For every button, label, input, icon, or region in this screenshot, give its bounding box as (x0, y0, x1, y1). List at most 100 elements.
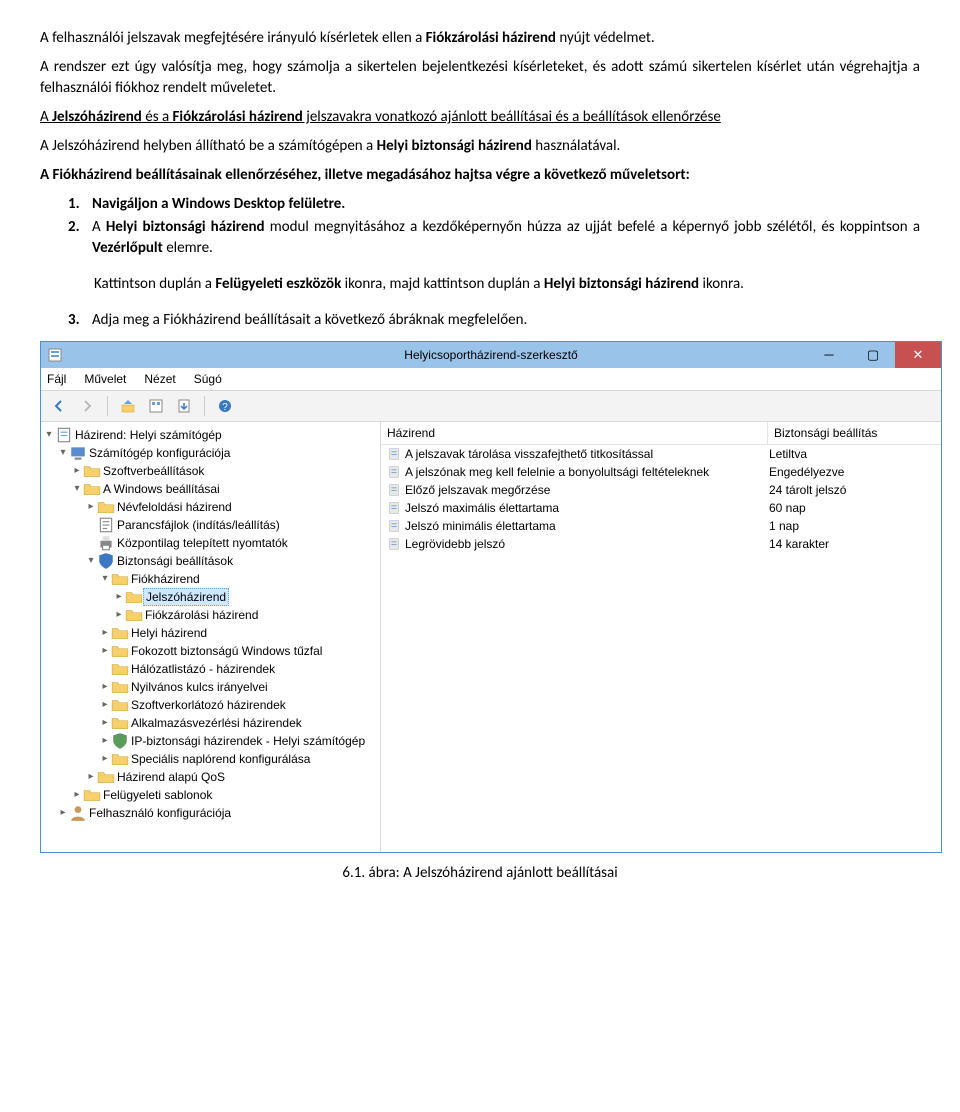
tree-node[interactable]: Központilag telepített nyomtatók (43, 534, 378, 552)
minimize-button[interactable]: ─ (807, 342, 851, 368)
tree-node-selected[interactable]: ▸ Jelszóházirend (43, 588, 378, 606)
expand-icon[interactable]: ▸ (99, 752, 111, 766)
tree-label: Házirend alapú QoS (115, 769, 227, 786)
folder-icon (111, 642, 129, 660)
expand-icon[interactable]: ▸ (99, 626, 111, 640)
back-button[interactable] (47, 394, 71, 418)
expand-icon[interactable]: ▸ (99, 716, 111, 730)
toolbar-separator (204, 396, 205, 416)
step-number: 1. (68, 194, 92, 215)
policy-row[interactable]: Legrövidebb jelszó14 karakter (381, 535, 941, 553)
expand-icon[interactable]: ▸ (99, 644, 111, 658)
term-fiokzarolasi: Fiókzárolási házirend (173, 108, 303, 126)
tree-label: Parancsfájlok (indítás/leállítás) (115, 517, 282, 534)
tree-node[interactable]: ▸ Speciális naplórend konfigurálása (43, 750, 378, 768)
paragraph-5: A Fiókházirend beállításainak ellenőrzés… (40, 165, 920, 186)
expand-icon[interactable]: ▸ (85, 770, 97, 784)
up-button[interactable] (116, 394, 140, 418)
tree-label: Nyilvános kulcs irányelvei (129, 679, 270, 696)
tree-node[interactable]: ▾ Fiókházirend (43, 570, 378, 588)
tree-label: Speciális naplórend konfigurálása (129, 751, 312, 768)
shield-icon (111, 732, 129, 750)
menu-file[interactable]: Fájl (47, 371, 66, 388)
properties-button[interactable] (144, 394, 168, 418)
close-button[interactable]: ✕ (895, 342, 941, 368)
toolbar-separator (107, 396, 108, 416)
tree-node[interactable]: ▸ Nyilvános kulcs irányelvei (43, 678, 378, 696)
forward-button[interactable] (75, 394, 99, 418)
tree-node[interactable]: ▸ Házirend alapú QoS (43, 768, 378, 786)
tree-label: Házirend: Helyi számítógép (73, 427, 224, 444)
policy-value: Engedélyezve (763, 464, 941, 481)
tree-node[interactable]: ▸ Fiókzárolási házirend (43, 606, 378, 624)
expand-icon[interactable]: ▸ (57, 806, 69, 820)
text-segment: Kattintson duplán a (94, 275, 215, 293)
tree-node[interactable]: ▾ Számítógép konfigurációja (43, 444, 378, 462)
tree-node[interactable]: ▸ Felügyeleti sablonok (43, 786, 378, 804)
tree-node[interactable]: ▸ Szoftverkorlátozó házirendek (43, 696, 378, 714)
expand-icon[interactable]: ▸ (113, 608, 125, 622)
policy-name: Jelszó minimális élettartama (403, 518, 763, 535)
text-segment: elemre. (163, 239, 213, 257)
tree-node[interactable]: ▸ IP-biztonsági házirendek - Helyi számí… (43, 732, 378, 750)
policy-doc-icon (55, 426, 73, 444)
expand-icon[interactable]: ▸ (99, 734, 111, 748)
collapse-icon[interactable]: ▾ (71, 482, 83, 496)
menu-bar: Fájl Művelet Nézet Súgó (41, 368, 941, 391)
tree-node[interactable]: Hálózatlistázó - házirendek (43, 660, 378, 678)
collapse-icon[interactable]: ▾ (57, 446, 69, 460)
tree-pane[interactable]: ▾ Házirend: Helyi számítógép ▾ Számítógé… (41, 422, 381, 852)
expand-icon[interactable]: ▸ (71, 464, 83, 478)
tree-label: Jelszóházirend (143, 588, 229, 607)
tree-root[interactable]: ▾ Házirend: Helyi számítógép (43, 426, 378, 444)
collapse-icon[interactable]: ▾ (43, 428, 55, 442)
policy-row[interactable]: A jelszavak tárolása visszafejthető titk… (381, 445, 941, 463)
text-segment: ikonra. (699, 275, 744, 293)
help-button[interactable]: ? (213, 394, 237, 418)
expand-icon[interactable]: ▸ (113, 590, 125, 604)
menu-help[interactable]: Súgó (194, 371, 222, 388)
expand-icon[interactable]: ▸ (99, 698, 111, 712)
expand-icon[interactable]: ▸ (71, 788, 83, 802)
list-header[interactable]: Házirend Biztonsági beállítás (381, 422, 941, 445)
tree-node[interactable]: ▸ Fokozott biztonságú Windows tűzfal (43, 642, 378, 660)
tree-node[interactable]: Parancsfájlok (indítás/leállítás) (43, 516, 378, 534)
tree-node[interactable]: ▾ Biztonsági beállítások (43, 552, 378, 570)
tree-node[interactable]: ▸ Helyi házirend (43, 624, 378, 642)
term-helyi-biztonsagi: Helyi biztonsági házirend (377, 137, 532, 155)
tree-node[interactable]: ▸ Szoftverbeállítások (43, 462, 378, 480)
column-header-value[interactable]: Biztonsági beállítás (768, 422, 941, 444)
tree-label: Központilag telepített nyomtatók (115, 535, 290, 552)
menu-action[interactable]: Művelet (84, 371, 126, 388)
tree-label: Helyi házirend (129, 625, 209, 642)
policy-value: Letiltva (763, 446, 941, 463)
column-header-policy[interactable]: Házirend (381, 422, 768, 444)
computer-icon (69, 444, 87, 462)
printer-icon (97, 534, 115, 552)
tree-node[interactable]: ▸ Felhasználó konfigurációja (43, 804, 378, 822)
export-button[interactable] (172, 394, 196, 418)
expand-icon[interactable]: ▸ (99, 680, 111, 694)
policy-row[interactable]: Előző jelszavak megőrzése24 tárolt jelsz… (381, 481, 941, 499)
folder-icon (125, 588, 143, 606)
collapse-icon[interactable]: ▾ (99, 572, 111, 586)
list-pane[interactable]: Házirend Biztonsági beállítás A jelszava… (381, 422, 941, 852)
maximize-button[interactable]: ▢ (851, 342, 895, 368)
tree-node[interactable]: ▸ Névfeloldási házirend (43, 498, 378, 516)
tree-node[interactable]: ▾ A Windows beállításai (43, 480, 378, 498)
title-bar[interactable]: Helyicsoportházirend-szerkesztő ─ ▢ ✕ (41, 342, 941, 368)
tree-label: Felügyeleti sablonok (101, 787, 214, 804)
policy-value: 14 karakter (763, 536, 941, 553)
menu-view[interactable]: Nézet (144, 371, 175, 388)
collapse-icon[interactable]: ▾ (85, 554, 97, 568)
policy-row[interactable]: Jelszó minimális élettartama1 nap (381, 517, 941, 535)
gpedit-window: Helyicsoportházirend-szerkesztő ─ ▢ ✕ Fá… (40, 341, 942, 853)
paragraph-2: A rendszer ezt úgy valósítja meg, hogy s… (40, 57, 920, 99)
tree-node[interactable]: ▸ Alkalmazásvezérlési házirendek (43, 714, 378, 732)
policy-row[interactable]: A jelszónak meg kell felelnie a bonyolul… (381, 463, 941, 481)
policy-name: Jelszó maximális élettartama (403, 500, 763, 517)
policy-row[interactable]: Jelszó maximális élettartama60 nap (381, 499, 941, 517)
text-segment: nyújt védelmet. (556, 29, 655, 47)
expand-icon[interactable]: ▸ (85, 500, 97, 514)
term: Vezérlőpult (92, 239, 163, 257)
